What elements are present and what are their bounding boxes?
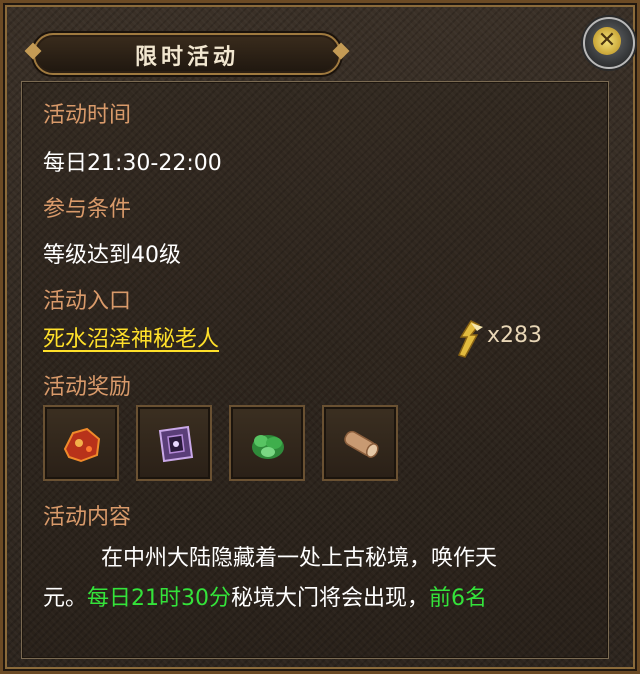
description-highlight: 前6名 <box>429 586 488 611</box>
event-description: 在中州大陆隐藏着一处上古秘境，唤作天 元。每日21时30分秘境大门将会出现，前6… <box>43 539 583 619</box>
reward-slot[interactable] <box>229 405 305 481</box>
green-herb-icon <box>252 435 284 459</box>
close-icon: ✕ <box>593 27 621 55</box>
description-text: 秘境大门将会出现， <box>231 586 430 611</box>
content-label: 活动内容 <box>43 505 132 530</box>
entrance-label: 活动入口 <box>43 289 132 314</box>
purple-crystal-icon <box>158 425 194 463</box>
event-window: 限时活动 ✕ 活动时间 每日21:30-22:00 参与条件 等级达到40级 活… <box>0 0 640 674</box>
wood-log-icon <box>344 430 379 458</box>
reward-label: 活动奖励 <box>43 375 132 400</box>
lightning-scroll-icon <box>457 320 483 358</box>
window-title: 限时活动 <box>134 45 239 70</box>
description-highlight: 每日21时30分 <box>87 586 232 611</box>
time-label: 活动时间 <box>43 103 132 128</box>
description-text: 元。 <box>43 586 88 611</box>
condition-value: 等级达到40级 <box>43 243 181 268</box>
currency-amount: x283 <box>487 323 543 348</box>
reward-slot[interactable] <box>322 405 398 481</box>
time-value: 每日21:30-22:00 <box>43 151 222 176</box>
title-plate: 限时活动 <box>33 33 341 75</box>
reward-slot[interactable] <box>43 405 119 481</box>
close-button[interactable]: ✕ <box>583 17 635 69</box>
entrance-npc-link[interactable]: 死水沼泽神秘老人 <box>43 321 219 353</box>
red-ore-icon <box>63 427 101 463</box>
description-line: 元。每日21时30分秘境大门将会出现，前6名 <box>43 579 583 619</box>
description-line: 在中州大陆隐藏着一处上古秘境，唤作天 <box>101 546 498 571</box>
reward-slot[interactable] <box>136 405 212 481</box>
condition-label: 参与条件 <box>43 197 132 222</box>
